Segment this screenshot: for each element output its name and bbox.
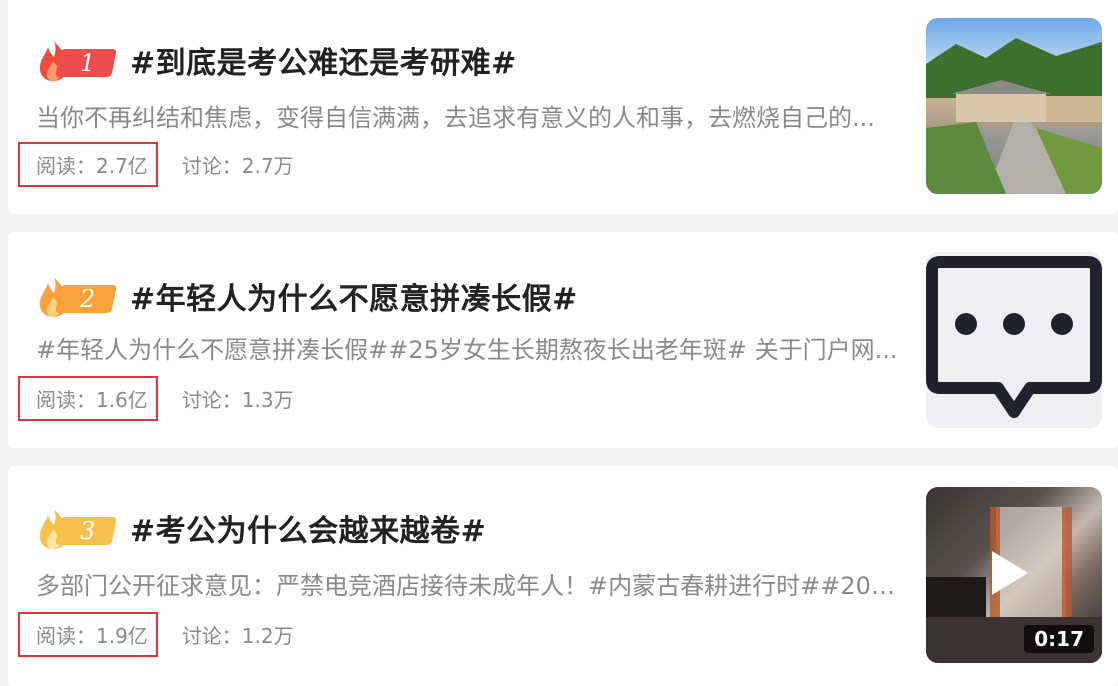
play-icon[interactable] [992,551,1028,595]
discussion-count: 讨论：2.7万 [181,154,294,178]
topic-title[interactable]: #到底是考公难还是考研难# [130,38,517,82]
hot-topic-list: 1 #到底是考公难还是考研难# 当你不再纠结和焦虑，变得自信满满，去追求有意义的… [0,0,1118,686]
topic-stats: 阅读：1.6亿 讨论：1.3万 [18,376,294,421]
title-row: 2 #年轻人为什么不愿意拼凑长假# [36,274,578,318]
chat-thumbnail[interactable] [926,252,1102,428]
rank-number: 1 [80,49,96,77]
chat-bubble-icon [926,256,1102,418]
rank-badge: 1 [36,39,117,81]
topic-stats: 阅读：2.7亿 讨论：2.7万 [18,142,294,187]
rank-number: 2 [80,285,96,313]
video-thumbnail[interactable]: 0:17 [926,487,1102,663]
village-scene-image [926,38,1102,194]
topic-summary[interactable]: #年轻人为什么不愿意拼凑长假##25岁女生长期熬夜长出老年斑# 关于门户网... [36,330,900,365]
topic-card-3[interactable]: 3 #考公为什么会越来越卷# 多部门公开征求意见：严禁电竞酒店接待未成年人！#内… [8,466,1118,686]
rank-badge: 2 [36,275,117,317]
title-row: 3 #考公为什么会越来越卷# [36,506,486,550]
read-count: 阅读：1.9亿 [18,612,158,657]
discussion-count: 讨论：1.3万 [181,388,294,412]
topic-title[interactable]: #考公为什么会越来越卷# [130,506,486,550]
rank-badge: 3 [36,507,117,549]
topic-stats: 阅读：1.9亿 讨论：1.2万 [18,612,294,657]
read-count: 阅读：1.6亿 [18,376,158,421]
video-duration: 0:17 [1024,625,1094,653]
topic-card-2[interactable]: 2 #年轻人为什么不愿意拼凑长假# #年轻人为什么不愿意拼凑长假##25岁女生长… [8,232,1118,448]
topic-title[interactable]: #年轻人为什么不愿意拼凑长假# [130,274,578,318]
rank-number: 3 [80,517,96,545]
read-count: 阅读：2.7亿 [18,142,158,187]
discussion-count: 讨论：1.2万 [181,624,294,648]
topic-summary[interactable]: 当你不再纠结和焦虑，变得自信满满，去追求有意义的人和事，去燃烧自己的... [36,98,900,133]
title-row: 1 #到底是考公难还是考研难# [36,38,517,82]
topic-summary[interactable]: 多部门公开征求意见：严禁电竞酒店接待未成年人！#内蒙古春耕进行时##202... [36,566,900,601]
landscape-photo[interactable] [926,18,1102,194]
topic-card-1[interactable]: 1 #到底是考公难还是考研难# 当你不再纠结和焦虑，变得自信满满，去追求有意义的… [8,0,1118,214]
